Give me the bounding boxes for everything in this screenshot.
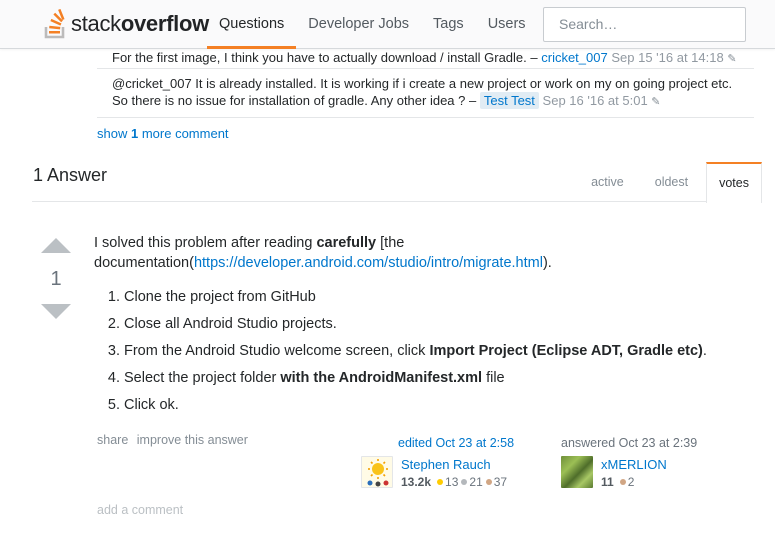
editor-signature: edited Oct 23 at 2:58 Stephen Rauch 13.2… [361,436,514,489]
upvote-arrow-icon[interactable] [41,238,71,253]
author-signature: answered Oct 23 at 2:39 xMERLION 11 2 [561,436,697,489]
search-input[interactable]: Search… [543,7,746,42]
list-item: Close all Android Studio projects. [124,314,754,334]
intro-bold: carefully [316,235,377,251]
comment-text: For the first image, I think you have to… [112,50,538,65]
nav-tags[interactable]: Tags [421,0,476,48]
answer-count-heading: 1 Answer [33,165,108,185]
author-name-link[interactable]: xMERLION [601,457,667,473]
logo-suffix: overflow [120,11,209,36]
step-text: Click ok. [124,397,179,413]
comment-user-link[interactable]: cricket_007 [541,50,607,65]
author-reputation: 11 2 [601,475,667,489]
editor-user-card: Stephen Rauch 13.2k 13 21 37 [361,456,514,489]
pencil-icon: ✎ [727,53,737,65]
vote-count: 1 [50,268,62,290]
logo-prefix: stack [71,11,121,36]
step-bold: Import Project (Eclipse ADT, Gradle etc) [429,343,703,359]
step-text: . [702,343,707,359]
show-more-suffix: more comment [141,126,229,141]
answer-sort-tabs: active oldest votes [573,162,762,203]
show-more-comments-link[interactable]: show 1 more comment [97,126,229,141]
silver-badge-count: 21 [469,475,483,489]
documentation-link[interactable]: https://developer.android.com/studio/int… [194,255,543,271]
comment-user-link[interactable]: Test Test [479,92,539,109]
comment: @cricket_007 It is already installed. It… [97,69,754,118]
gold-badge-count: 13 [445,475,459,489]
vote-cell: 1 [37,238,75,319]
list-item: Click ok. [124,395,754,415]
bronze-badge-icon [485,479,492,486]
intro-text: I solved this problem after reading [94,235,317,251]
nav-users[interactable]: Users [476,0,538,48]
step-bold: with the AndroidManifest.xml [280,370,483,386]
add-comment-link[interactable]: add a comment [97,503,183,517]
editor-name-link[interactable]: Stephen Rauch [401,457,507,473]
bronze-badge-count: 37 [493,475,508,489]
list-item: Select the project folder with the Andro… [124,368,754,388]
reputation-score: 13.2k [401,475,432,489]
question-comments: For the first image, I think you have to… [97,49,754,118]
sun-avatar-icon [367,459,389,487]
bronze-badge-icon [619,479,626,486]
step-text: Clone the project from GitHub [124,289,316,305]
main-nav: Questions Developer Jobs Tags Users [207,0,538,49]
tab-oldest[interactable]: oldest [642,162,701,202]
answered-timestamp: answered Oct 23 at 2:39 [561,436,698,450]
tab-active[interactable]: active [578,162,637,202]
improve-answer-link[interactable]: improve this answer [137,433,248,447]
logo-text: stackoverflow [71,11,209,37]
downvote-arrow-icon[interactable] [41,304,71,319]
gold-badge-icon [437,479,444,486]
show-more-prefix: show [97,126,128,141]
silver-badge-icon [461,479,468,486]
share-link[interactable]: share [97,433,128,447]
comment: For the first image, I think you have to… [97,49,754,69]
editor-reputation: 13.2k 13 21 37 [401,475,507,489]
comment-date[interactable]: Sep 15 '16 at 14:18 [611,50,723,65]
nav-developer-jobs[interactable]: Developer Jobs [296,0,421,48]
avatar[interactable] [361,456,393,488]
edited-timestamp-link[interactable]: edited Oct 23 at 2:58 [398,436,514,450]
step-text: Close all Android Studio projects. [124,316,337,332]
answer-body: I solved this problem after reading care… [94,233,754,422]
comment-date[interactable]: Sep 16 '16 at 5:01 [543,93,648,108]
nav-questions[interactable]: Questions [207,0,297,49]
show-more-count: 1 [130,126,139,141]
step-text: Select the project folder [124,370,281,386]
step-text: From the Android Studio welcome screen, … [124,343,430,359]
list-item: Clone the project from GitHub [124,287,754,307]
list-item: From the Android Studio welcome screen, … [124,341,754,361]
tab-votes[interactable]: votes [706,162,762,203]
stack-logo-icon [44,9,65,39]
top-bar: stackoverflow Questions Developer Jobs T… [0,0,775,49]
avatar[interactable] [561,456,593,488]
intro-text: ). [542,255,552,271]
pencil-icon: ✎ [651,96,661,108]
steps-list: Clone the project from GitHub Close all … [94,287,754,415]
post-menu: share improve this answer [97,433,253,447]
site-logo[interactable]: stackoverflow [44,8,209,40]
reputation-score: 11 [601,475,614,489]
answers-header: 1 Answer active oldest votes [32,162,762,203]
author-user-card: xMERLION 11 2 [561,456,697,489]
answer-intro: I solved this problem after reading care… [94,233,754,273]
step-text: file [482,370,505,386]
bronze-badge-count: 2 [627,475,635,489]
